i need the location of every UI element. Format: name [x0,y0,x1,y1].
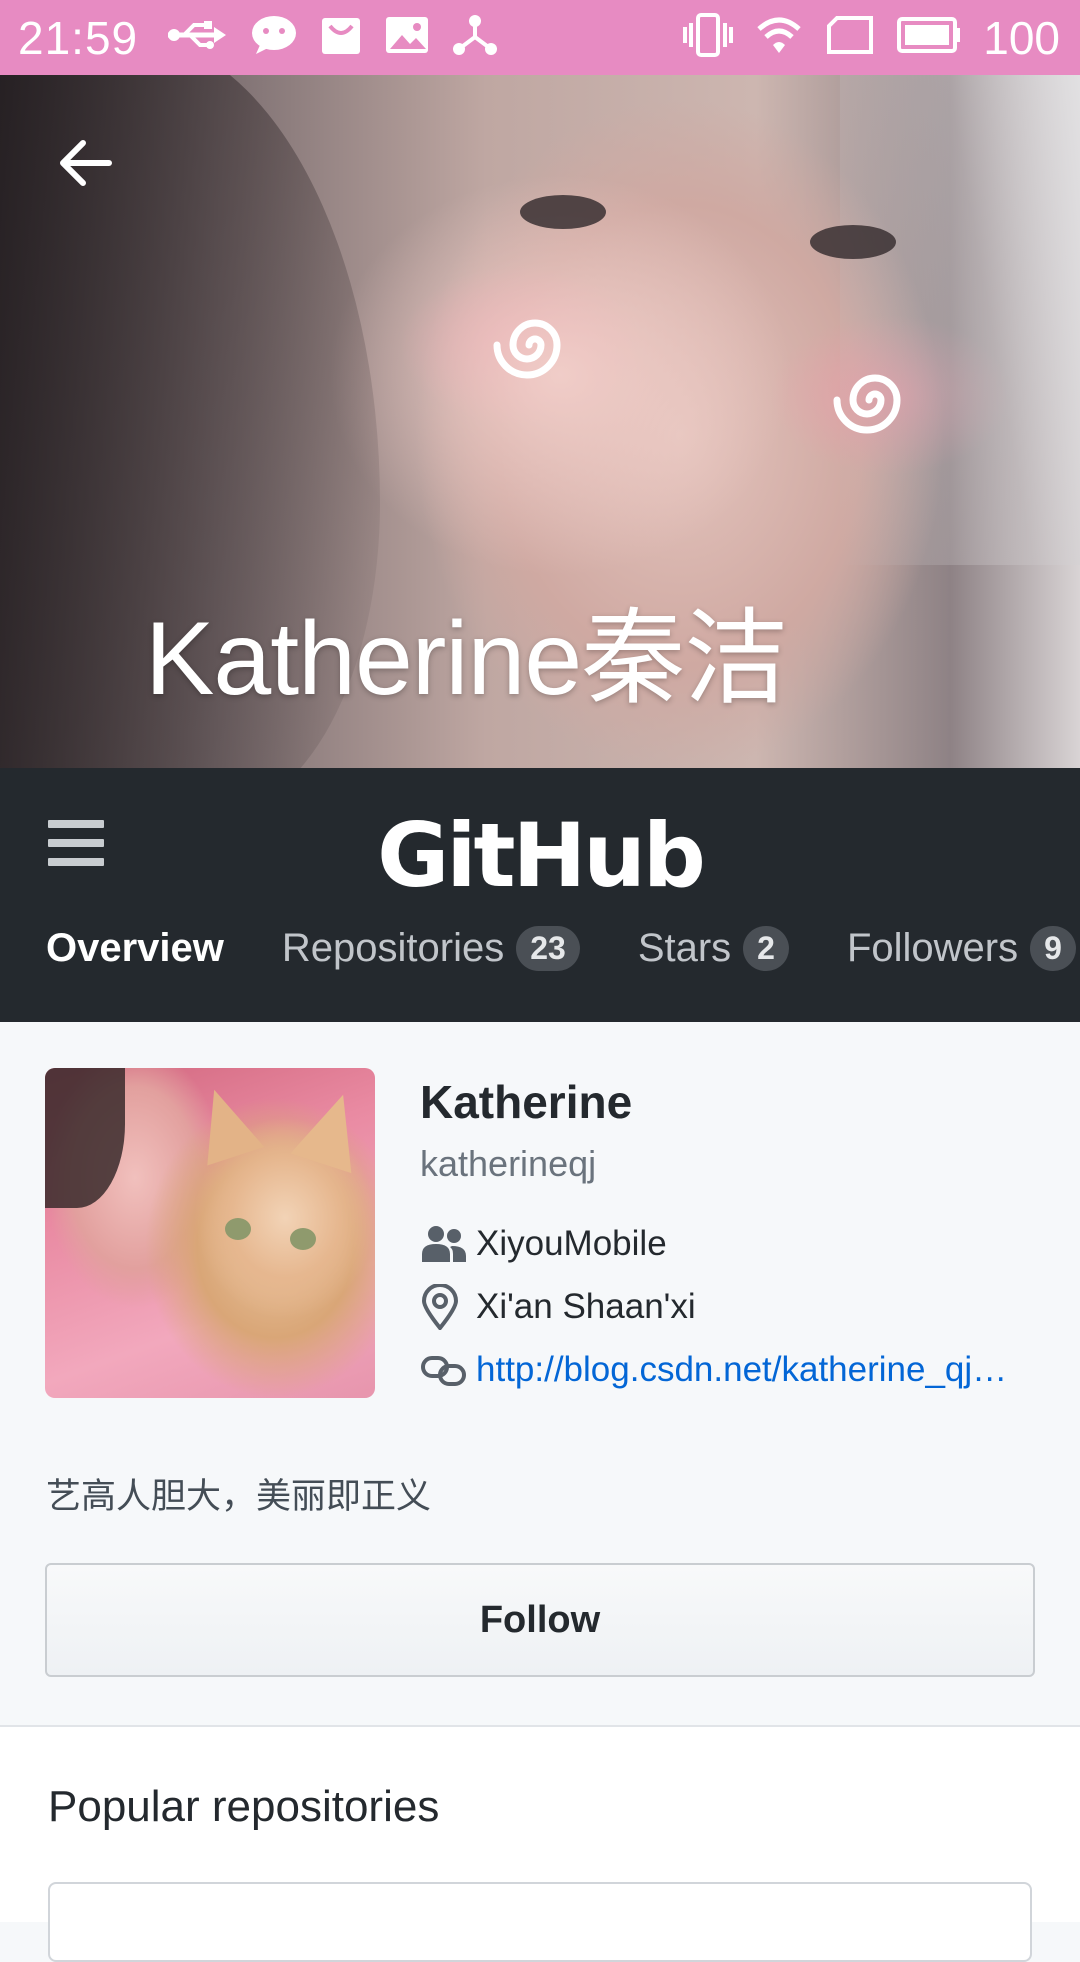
follow-button[interactable]: Follow [45,1563,1035,1677]
followers-count-badge: 9 [1030,926,1076,971]
popular-repositories-heading: Popular repositories [48,1782,440,1831]
share-icon [452,13,498,62]
wifi-icon [755,15,803,60]
website-link[interactable]: http://blog.csdn.net/katherine_qj… [476,1350,1007,1390]
tab-overview[interactable]: Overview [46,926,224,971]
wechat-icon [250,15,298,60]
tab-repositories[interactable]: Repositories 23 [282,926,580,971]
profile-organization: XiyouMobile [420,1222,667,1266]
usb-icon [166,17,228,58]
location-pin-icon [420,1284,468,1330]
tab-stars[interactable]: Stars 2 [638,926,789,971]
profile-website[interactable]: http://blog.csdn.net/katherine_qj… [420,1348,1007,1392]
sim-icon [825,15,875,60]
profile-tabs: Overview Repositories 23 Stars 2 Followe… [46,926,1076,971]
tab-followers[interactable]: Followers 9 [847,926,1076,971]
github-header: GitHub Overview Repositories 23 Stars 2 … [0,768,1080,1022]
status-time: 21:59 [18,11,139,64]
repositories-count-badge: 23 [516,926,580,971]
profile-location: Xi'an Shaan'xi [420,1284,696,1330]
swirl-icon [493,319,561,379]
people-icon [420,1222,468,1266]
github-logo[interactable]: GitHub [0,804,1080,907]
image-icon [384,15,430,60]
repository-card[interactable] [48,1882,1032,1962]
profile-hero-photo: Katherine秦洁 [0,75,1080,768]
back-arrow-icon[interactable] [55,133,115,193]
status-bar: 21:59 100 [0,0,1080,75]
battery-percent: 100 [983,11,1060,64]
stars-count-badge: 2 [743,926,789,971]
battery-icon [897,16,961,59]
hero-display-name: Katherine秦洁 [145,601,788,717]
profile-login: katherineqj [420,1143,597,1184]
profile-bio: 艺高人胆大，美丽即正义 [46,1477,432,1516]
popular-repositories-section: Popular repositories [0,1725,1080,1962]
vibrate-icon [683,13,734,62]
shopping-bag-icon [320,14,362,61]
link-icon [420,1348,468,1392]
swirl-icon [833,374,901,434]
avatar[interactable] [45,1068,375,1398]
profile-name: Katherine [420,1076,633,1128]
